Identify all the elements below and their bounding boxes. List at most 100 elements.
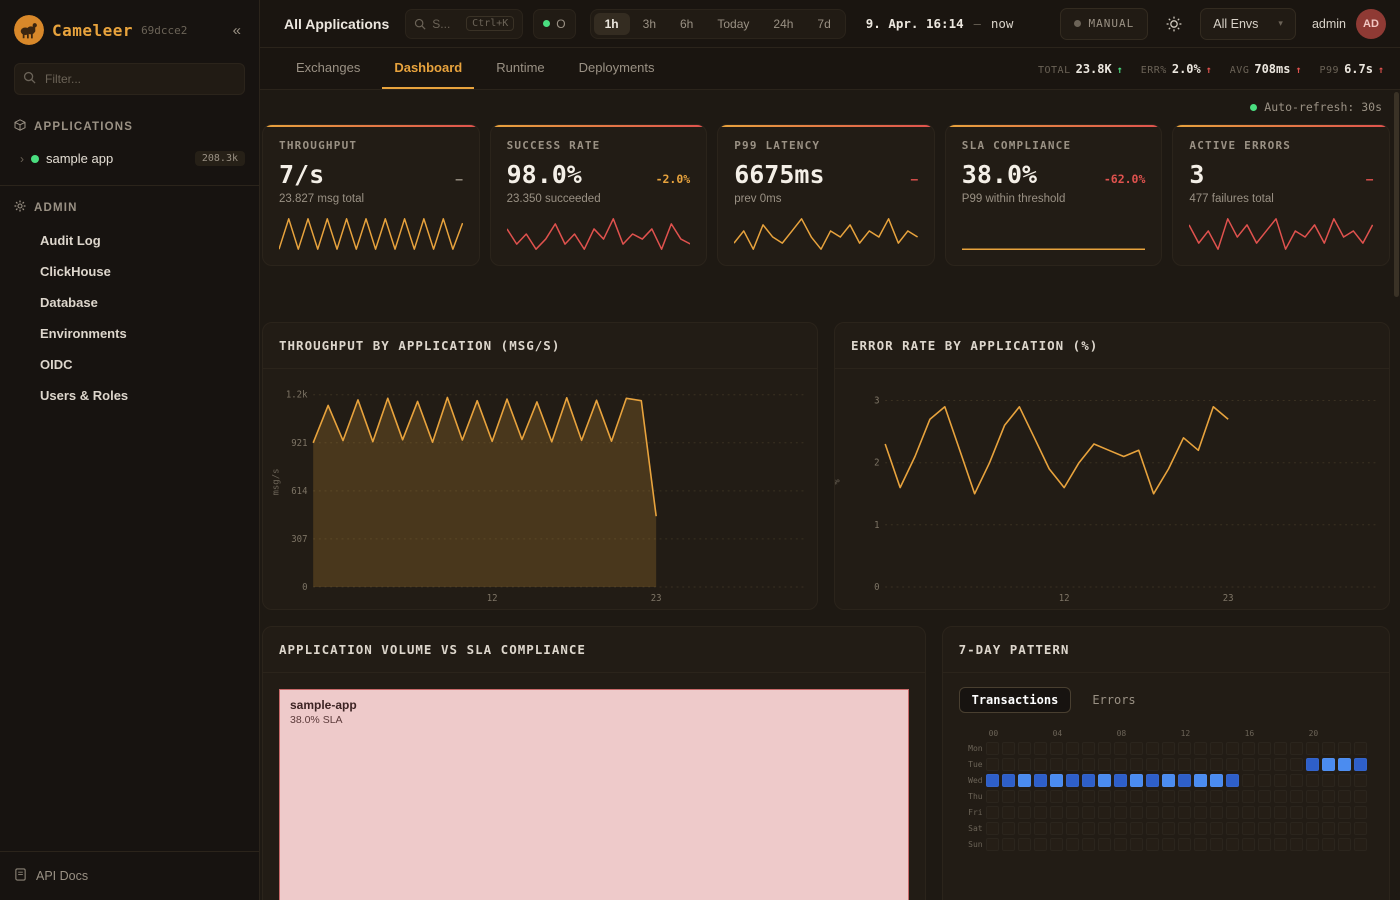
heatmap-cell[interactable] (1338, 774, 1351, 787)
heatmap-cell[interactable] (1050, 742, 1063, 755)
sidebar-item-database[interactable]: Database (0, 287, 259, 318)
heatmap-cell[interactable] (1242, 758, 1255, 771)
heatmap-cell[interactable] (1050, 758, 1063, 771)
tab-exchanges[interactable]: Exchanges (284, 48, 372, 89)
heatmap-cell[interactable] (1082, 742, 1095, 755)
heatmap-cell[interactable] (1002, 790, 1015, 803)
heatmap-cell[interactable] (1242, 774, 1255, 787)
heatmap-cell[interactable] (1082, 790, 1095, 803)
heatmap-cell[interactable] (1162, 758, 1175, 771)
heatmap-cell[interactable] (1018, 790, 1031, 803)
heatmap-cell[interactable] (1034, 822, 1047, 835)
heatmap-cell[interactable] (1354, 838, 1367, 851)
sidebar-item-users-roles[interactable]: Users & Roles (0, 380, 259, 411)
heatmap-cell[interactable] (1098, 806, 1111, 819)
heatmap-cell[interactable] (1114, 822, 1127, 835)
heatmap-cell[interactable] (1098, 790, 1111, 803)
heatmap-cell[interactable] (1290, 790, 1303, 803)
heatmap-cell[interactable] (1162, 790, 1175, 803)
heatmap-cell[interactable] (1194, 774, 1207, 787)
heatmap-cell[interactable] (1258, 822, 1271, 835)
heatmap-cell[interactable] (1018, 774, 1031, 787)
range-button-7d[interactable]: 7d (806, 13, 841, 35)
heatmap-cell[interactable] (1322, 774, 1335, 787)
heatmap-cell[interactable] (1066, 838, 1079, 851)
heatmap-cell[interactable] (1274, 806, 1287, 819)
heatmap-cell[interactable] (1098, 774, 1111, 787)
heatmap-cell[interactable] (1178, 838, 1191, 851)
heatmap-cell[interactable] (1210, 822, 1223, 835)
range-button-24h[interactable]: 24h (762, 13, 804, 35)
heatmap-cell[interactable] (1354, 758, 1367, 771)
heatmap-cell[interactable] (1194, 822, 1207, 835)
heatmap-cell[interactable] (1354, 742, 1367, 755)
heatmap-cell[interactable] (1290, 838, 1303, 851)
heatmap-cell[interactable] (1146, 774, 1159, 787)
heatmap-cell[interactable] (1034, 774, 1047, 787)
heatmap-cell[interactable] (1146, 838, 1159, 851)
sidebar-item-clickhouse[interactable]: ClickHouse (0, 256, 259, 287)
heatmap-cell[interactable] (1050, 790, 1063, 803)
heatmap-cell[interactable] (1242, 806, 1255, 819)
heatmap-cell[interactable] (1178, 806, 1191, 819)
heatmap-cell[interactable] (1178, 790, 1191, 803)
heatmap-cell[interactable] (1194, 806, 1207, 819)
heatmap-cell[interactable] (1322, 742, 1335, 755)
heatmap-cell[interactable] (1258, 806, 1271, 819)
heatmap-cell[interactable] (1194, 790, 1207, 803)
heatmap-cell[interactable] (1242, 742, 1255, 755)
heatmap-cell[interactable] (1194, 758, 1207, 771)
heatmap-cell[interactable] (986, 758, 999, 771)
heatmap-cell[interactable] (1258, 790, 1271, 803)
heatmap-cell[interactable] (1242, 822, 1255, 835)
api-docs-link[interactable]: API Docs (14, 868, 245, 884)
heatmap-cell[interactable] (986, 790, 999, 803)
heatmap-cell[interactable] (1210, 838, 1223, 851)
heatmap-cell[interactable] (1338, 742, 1351, 755)
heatmap-cell[interactable] (1338, 822, 1351, 835)
heatmap-cell[interactable] (1034, 758, 1047, 771)
heatmap-cell[interactable] (1034, 742, 1047, 755)
heatmap-cell[interactable] (1130, 822, 1143, 835)
heatmap-cell[interactable] (1210, 790, 1223, 803)
heatmap-cell[interactable] (1274, 742, 1287, 755)
heatmap-cell[interactable] (1002, 822, 1015, 835)
sidebar-item-sample-app[interactable]: › sample app 208.3k (0, 144, 259, 173)
heatmap-cell[interactable] (1066, 742, 1079, 755)
heatmap-cell[interactable] (1146, 806, 1159, 819)
heatmap-cell[interactable] (1002, 742, 1015, 755)
heatmap-cell[interactable] (1258, 742, 1271, 755)
time-now[interactable]: now (991, 16, 1014, 31)
heatmap-cell[interactable] (986, 822, 999, 835)
manual-refresh-button[interactable]: MANUAL (1060, 8, 1149, 40)
heatmap-cell[interactable] (1082, 806, 1095, 819)
theme-toggle-button[interactable] (1158, 8, 1190, 40)
heatmap-cell[interactable] (1178, 742, 1191, 755)
heatmap-cell[interactable] (1018, 822, 1031, 835)
heatmap-cell[interactable] (986, 774, 999, 787)
heatmap-cell[interactable] (1130, 774, 1143, 787)
heatmap-cell[interactable] (1242, 838, 1255, 851)
heatmap-cell[interactable] (1178, 758, 1191, 771)
heatmap-cell[interactable] (1018, 806, 1031, 819)
heatmap-cell[interactable] (1130, 742, 1143, 755)
heatmap-cell[interactable] (1242, 790, 1255, 803)
heatmap-cell[interactable] (1306, 742, 1319, 755)
heatmap-cell[interactable] (1338, 806, 1351, 819)
heatmap-cell[interactable] (1162, 774, 1175, 787)
heatmap-cell[interactable] (1050, 822, 1063, 835)
live-status-toggle[interactable]: O (533, 9, 575, 39)
heatmap-cell[interactable] (1194, 838, 1207, 851)
heatmap-cell[interactable] (1306, 758, 1319, 771)
heatmap-cell[interactable] (1162, 742, 1175, 755)
heatmap-cell[interactable] (1018, 838, 1031, 851)
heatmap-cell[interactable] (1050, 774, 1063, 787)
heatmap-cell[interactable] (1002, 806, 1015, 819)
heatmap-cell[interactable] (1210, 742, 1223, 755)
heatmap-cell[interactable] (1082, 838, 1095, 851)
heatmap-cell[interactable] (1322, 806, 1335, 819)
heatmap-cell[interactable] (1146, 758, 1159, 771)
heatmap-cell[interactable] (1354, 806, 1367, 819)
heatmap-cell[interactable] (986, 838, 999, 851)
heatmap-cell[interactable] (1322, 790, 1335, 803)
